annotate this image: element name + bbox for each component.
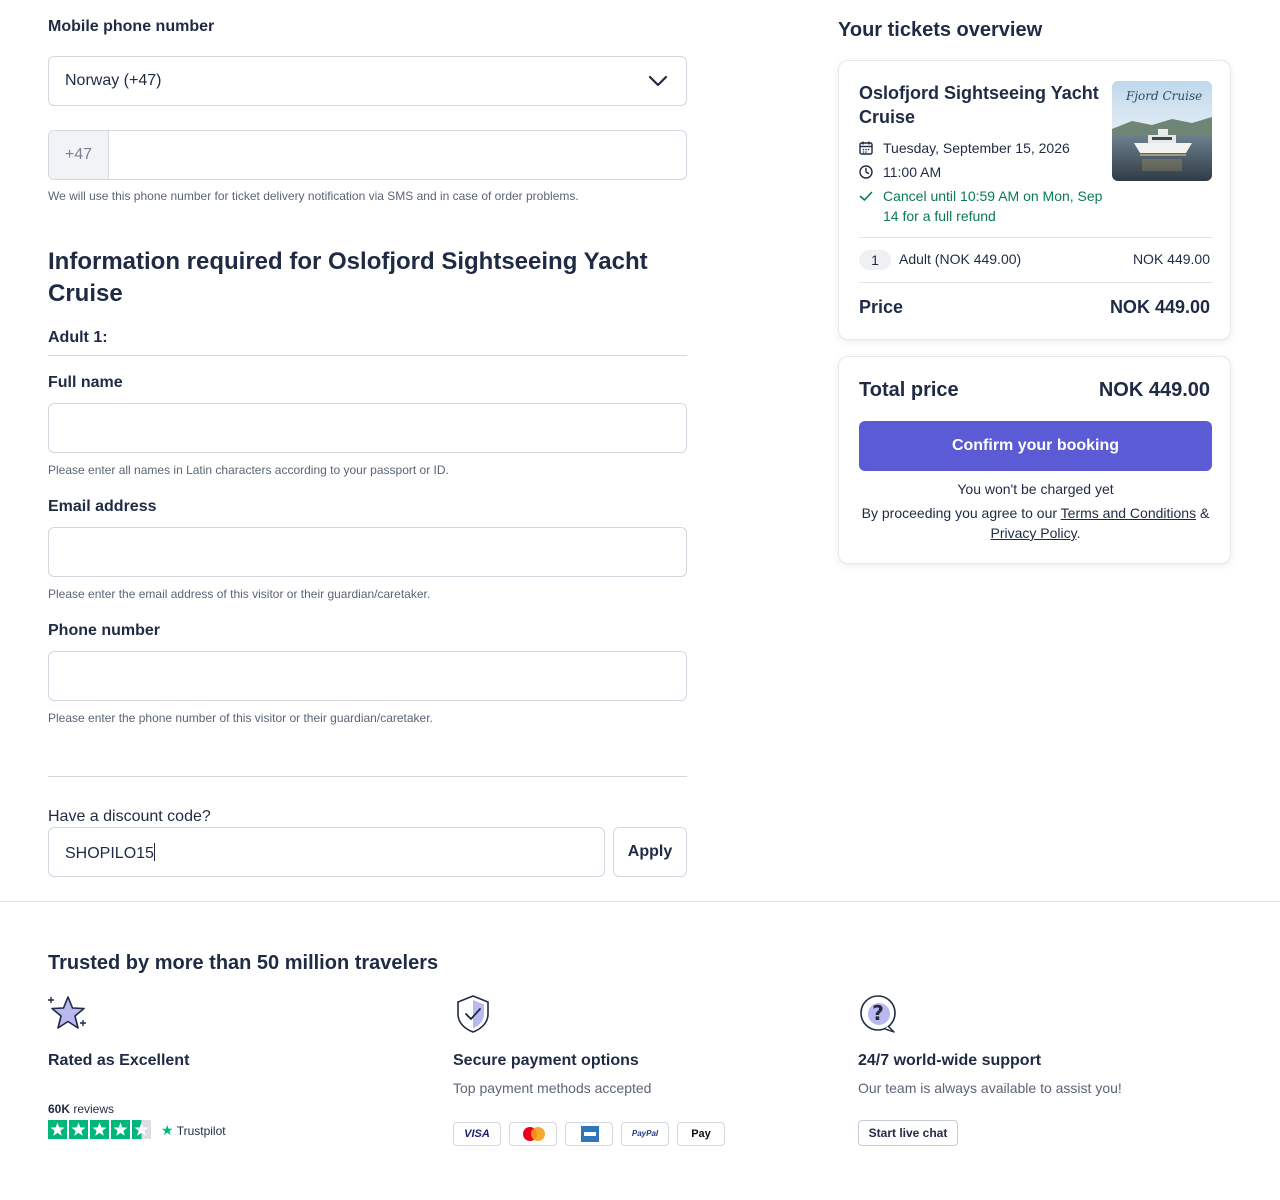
reviews-word: reviews xyxy=(70,1102,115,1116)
phone-label: Phone number xyxy=(48,622,161,639)
svg-text:?: ? xyxy=(872,1001,884,1025)
reviews-count: 60K reviews xyxy=(48,1102,114,1116)
agreement-prefix: By proceeding you agree to our xyxy=(861,505,1061,521)
agreement-note: By proceeding you agree to our Terms and… xyxy=(859,503,1212,543)
amex-logo xyxy=(565,1122,613,1146)
mobile-phone-hint: We will use this phone number for ticket… xyxy=(48,189,579,203)
feature-title: 24/7 world-wide support xyxy=(858,1052,1042,1069)
country-code-select[interactable]: Norway (+47) xyxy=(48,56,687,106)
total-price-value: NOK 449.00 xyxy=(1098,379,1210,401)
mobile-phone-input[interactable] xyxy=(109,131,686,179)
mobile-phone-label: Mobile phone number xyxy=(48,18,215,35)
email-input[interactable] xyxy=(48,527,687,577)
trustpilot-star xyxy=(48,1120,67,1139)
ticket-quantity: 1 xyxy=(859,250,891,270)
mastercard-logo xyxy=(509,1122,557,1146)
full-name-input[interactable] xyxy=(48,403,687,453)
tour-date-text: Tuesday, September 15, 2026 xyxy=(883,140,1070,156)
tour-date: Tuesday, September 15, 2026 xyxy=(859,138,1109,158)
phone-hint: Please enter the phone number of this vi… xyxy=(48,711,433,725)
overview-heading: Your tickets overview xyxy=(838,19,1043,41)
mobile-phone-field: +47 xyxy=(48,130,687,180)
payment-methods: VISA PayPal Pay xyxy=(453,1122,725,1146)
question-chat-icon: ? xyxy=(860,995,896,1033)
chevron-down-icon xyxy=(648,75,668,87)
card-divider xyxy=(859,237,1212,238)
feature-title: Secure payment options xyxy=(453,1052,639,1069)
tour-time: 11:00 AM xyxy=(859,162,1109,182)
visa-logo: VISA xyxy=(453,1122,501,1146)
apple-pay-text: Pay xyxy=(691,1128,711,1140)
full-name-hint: Please enter all names in Latin characte… xyxy=(48,463,449,477)
email-hint: Please enter the email address of this v… xyxy=(48,587,431,601)
trustpilot-star xyxy=(111,1120,130,1139)
star-sparkle-icon xyxy=(48,996,86,1029)
trustpilot-logo: ★ Trustpilot xyxy=(161,1122,226,1139)
discount-code-value: SHOPILO15 xyxy=(65,845,154,862)
price-value: NOK 449.00 xyxy=(1109,297,1210,317)
checkout-card: Total price NOK 449.00 Confirm your book… xyxy=(838,356,1231,564)
shield-check-icon xyxy=(457,995,489,1033)
tour-thumbnail: Fjord Cruise xyxy=(1112,81,1212,181)
ticket-total: NOK 449.00 xyxy=(1132,251,1210,267)
start-live-chat-button[interactable]: Start live chat xyxy=(858,1120,958,1146)
adult-divider xyxy=(48,355,687,356)
adult-label: Adult 1: xyxy=(48,329,108,346)
agreement-amp: & xyxy=(1196,505,1210,521)
terms-link[interactable]: Terms and Conditions xyxy=(1061,505,1196,521)
cancel-policy-text: Cancel until 10:59 AM on Mon, Sep 14 for… xyxy=(883,188,1103,224)
reviews-number: 60K xyxy=(48,1102,71,1116)
trustpilot-text: Trustpilot xyxy=(176,1124,226,1138)
thumbnail-caption: Fjord Cruise xyxy=(1126,89,1203,103)
tour-time-text: 11:00 AM xyxy=(883,164,942,180)
trustpilot-stars xyxy=(48,1120,151,1139)
total-price-label: Total price xyxy=(859,379,959,401)
check-icon xyxy=(859,191,873,201)
mastercard-icon xyxy=(523,1127,545,1141)
trustpilot-star xyxy=(69,1120,88,1139)
confirm-booking-button[interactable]: Confirm your booking xyxy=(859,421,1212,471)
discount-code-input[interactable]: SHOPILO15 xyxy=(48,827,605,877)
paypal-logo: PayPal xyxy=(621,1122,669,1146)
ticket-card: Oslofjord Sightseeing Yacht Cruise Tuesd… xyxy=(838,60,1231,340)
privacy-link[interactable]: Privacy Policy xyxy=(991,525,1077,541)
trustpilot-star xyxy=(132,1120,151,1139)
discount-label: Have a discount code? xyxy=(48,808,211,825)
cancel-policy: Cancel until 10:59 AM on Mon, Sep 14 for… xyxy=(859,186,1109,226)
trustpilot-star-icon: ★ xyxy=(161,1122,174,1138)
text-caret xyxy=(153,843,155,861)
full-name-label: Full name xyxy=(48,374,123,391)
price-label: Price xyxy=(859,297,904,317)
agreement-period: . xyxy=(1076,525,1081,541)
email-label: Email address xyxy=(48,498,157,515)
feature-subtitle: Our team is always available to assist y… xyxy=(858,1080,1122,1096)
card-divider xyxy=(859,282,1212,283)
amex-icon xyxy=(581,1126,599,1142)
phone-prefix: +47 xyxy=(49,131,109,179)
tour-title: Oslofjord Sightseeing Yacht Cruise xyxy=(859,83,1099,127)
section-divider xyxy=(48,776,687,777)
feature-subtitle: Top payment methods accepted xyxy=(453,1080,652,1096)
footer-divider xyxy=(0,901,1280,902)
apply-button[interactable]: Apply xyxy=(613,827,687,877)
clock-icon xyxy=(859,165,873,179)
apple-pay-logo: Pay xyxy=(677,1122,725,1146)
ticket-type: Adult (NOK 449.00) xyxy=(899,251,1022,267)
info-heading: Information required for Oslofjord Sight… xyxy=(48,248,648,307)
calendar-icon xyxy=(859,141,873,155)
trustpilot-star xyxy=(90,1120,109,1139)
feature-title: Rated as Excellent xyxy=(48,1052,190,1069)
phone-input[interactable] xyxy=(48,651,687,701)
not-charged-note: You won't be charged yet xyxy=(957,481,1114,497)
trusted-heading: Trusted by more than 50 million traveler… xyxy=(48,952,439,974)
country-code-value: Norway (+47) xyxy=(65,72,162,89)
